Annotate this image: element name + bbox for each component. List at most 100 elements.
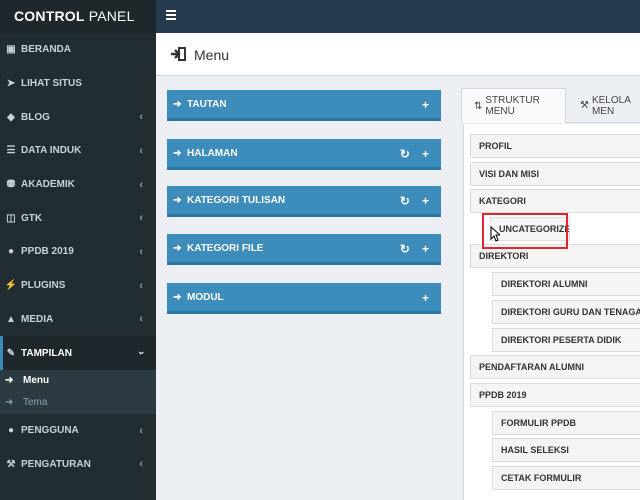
box-modul[interactable]: ➜ MODUL +	[167, 283, 441, 314]
sidebar-item-blog[interactable]: ◆ BLOG ‹	[0, 100, 156, 134]
sidebar-item-label: TAMPILAN	[21, 347, 72, 359]
tree-node-direktori-alumni[interactable]: DIREKTORI ALUMNI	[492, 272, 640, 296]
sidebar-submenu: ➜ Menu ➜ Tema	[0, 369, 156, 414]
list-icon: ☰	[6, 145, 16, 157]
tree-node-label: CETAK FORMULIR	[501, 473, 582, 483]
box-title: MODUL	[187, 291, 224, 303]
app-root: CONTROL PANEL ▣ BERANDA ➤ LIHAT SITUS ◆ …	[0, 0, 640, 500]
sidebar-item-ppdb[interactable]: ● PPDB 2019 ‹	[0, 235, 156, 269]
refresh-icon[interactable]: ↻	[400, 147, 410, 161]
tree-node-label: DIREKTORI ALUMNI	[501, 279, 588, 289]
sidebar-item-label: PENGGUNA	[21, 425, 79, 437]
tree-node-kategori[interactable]: KATEGORI	[470, 189, 640, 213]
tab-label: STRUKTUR MENU	[485, 95, 540, 117]
sidebar-item-label: PLUGINS	[21, 280, 66, 292]
box-halaman[interactable]: ➜ HALAMAN ↻ +	[167, 139, 441, 170]
expand-plus-icon[interactable]: +	[422, 194, 429, 208]
sidebar-item-pengaturan[interactable]: ⚒ PENGATURAN ‹	[0, 448, 156, 482]
submenu-item-tema[interactable]: ➜ Tema	[0, 392, 156, 414]
tree-node-hasil-seleksi[interactable]: HASIL SELEKSI	[492, 438, 640, 462]
mouse-cursor-icon	[490, 226, 500, 242]
tree-node-label: DIREKTORI GURU DAN TENAGA KEPENDIDIKAN	[501, 307, 640, 317]
sidebar-item-tampilan[interactable]: ✎ TAMPILAN ›	[0, 336, 156, 370]
sidebar-item-plugins[interactable]: ⚡ PLUGINS ‹	[0, 269, 156, 303]
top-navbar	[156, 0, 640, 33]
tree-node-direktori-peserta-didik[interactable]: DIREKTORI PESERTA DIDIK	[492, 328, 640, 352]
sidebar-item-label: LIHAT SITUS	[21, 78, 82, 90]
sidebar-item-label: DATA INDUK	[21, 145, 82, 157]
sidebar-item-gtk[interactable]: ◫ GTK ‹	[0, 201, 156, 235]
content-header: Menu	[156, 33, 640, 76]
sign-in-icon: ➜	[173, 242, 182, 254]
chevron-left-icon: ‹	[139, 111, 143, 124]
tree-node-label: FORMULIR PPDB	[501, 418, 576, 428]
tab-bar: ⇅ STRUKTUR MENU ⚒ KELOLA MEN	[461, 88, 640, 123]
tree-node-formulir-ppdb[interactable]: FORMULIR PPDB	[492, 411, 640, 435]
chevron-left-icon: ‹	[139, 458, 143, 471]
tree-node-label: KATEGORI	[479, 196, 526, 206]
box-title: TAUTAN	[187, 98, 227, 110]
plug-icon: ⚡	[4, 280, 18, 292]
sidebar-item-akademik[interactable]: ⛃ AKADEMIK ‹	[0, 168, 156, 202]
group-icon: ●	[7, 246, 15, 258]
logo-light: PANEL	[84, 8, 135, 24]
tab-label: KELOLA MEN	[591, 94, 631, 117]
sign-in-icon: ➜	[173, 98, 182, 110]
sidebar-item-label: PENGATURAN	[21, 458, 91, 470]
expand-plus-icon[interactable]: +	[422, 242, 429, 256]
tree-node-label: PROFIL	[479, 141, 512, 151]
menu-tree: PROFIL VISI DAN MISI KATEGORI UNCATEGORI…	[463, 124, 640, 500]
tree-node-label: DIREKTORI	[479, 251, 529, 261]
tree-node-label: PENDAFTARAN ALUMNI	[479, 362, 584, 372]
box-title: KATEGORI TULISAN	[187, 194, 286, 206]
brush-icon: ✎	[6, 347, 16, 359]
expand-plus-icon[interactable]: +	[422, 147, 429, 161]
chevron-left-icon: ‹	[139, 279, 143, 292]
tree-node-cetak-formulir[interactable]: CETAK FORMULIR	[492, 466, 640, 490]
submenu-item-label: Menu	[23, 375, 50, 387]
tree-node-pendaftaran-alumni[interactable]: PENDAFTARAN ALUMNI	[470, 355, 640, 379]
dashboard-icon: ▣	[6, 44, 16, 56]
tree-node-profil[interactable]: PROFIL	[470, 134, 640, 158]
box-tools: +	[422, 291, 429, 305]
sign-in-icon: ➜	[173, 291, 182, 303]
sidebar-item-media[interactable]: ▲ MEDIA ‹	[0, 303, 156, 337]
hamburger-menu-icon[interactable]	[166, 10, 176, 20]
box-tools: ↻ +	[400, 147, 429, 161]
sidebar-item-pengguna[interactable]: ● PENGGUNA ‹	[0, 414, 156, 448]
box-tools: ↻ +	[400, 242, 429, 256]
sidebar: CONTROL PANEL ▣ BERANDA ➤ LIHAT SITUS ◆ …	[0, 0, 156, 500]
tree-node-label: DIREKTORI PESERTA DIDIK	[501, 335, 622, 345]
sidebar-item-label: BLOG	[21, 111, 50, 123]
box-title: HALAMAN	[187, 147, 238, 159]
box-tools: ↻ +	[400, 194, 429, 208]
page-title: Menu	[194, 47, 230, 63]
sidebar-nav: ▣ BERANDA ➤ LIHAT SITUS ◆ BLOG ‹ ☰ DATA …	[0, 33, 156, 481]
sidebar-item-data-induk[interactable]: ☰ DATA INDUK ‹	[0, 134, 156, 168]
box-kategori-tulisan[interactable]: ➜ KATEGORI TULISAN ↻ +	[167, 186, 441, 217]
tab-struktur-menu[interactable]: ⇅ STRUKTUR MENU	[461, 88, 566, 123]
sidebar-item-beranda[interactable]: ▣ BERANDA	[0, 33, 156, 67]
sidebar-item-lihat-situs[interactable]: ➤ LIHAT SITUS	[0, 67, 156, 101]
submenu-item-menu[interactable]: ➜ Menu	[0, 370, 156, 392]
expand-plus-icon[interactable]: +	[422, 98, 429, 112]
rocket-icon: ➤	[6, 78, 16, 90]
submenu-item-label: Tema	[23, 397, 48, 409]
app-logo[interactable]: CONTROL PANEL	[0, 0, 156, 33]
sign-in-icon: ➜	[173, 147, 182, 159]
wrench-icon: ⚒	[580, 100, 589, 111]
tree-node-ppdb-2019[interactable]: PPDB 2019	[470, 383, 640, 407]
refresh-icon[interactable]: ↻	[400, 242, 410, 256]
tree-node-label: HASIL SELEKSI	[501, 445, 569, 455]
refresh-icon[interactable]: ↻	[400, 194, 410, 208]
box-kategori-file[interactable]: ➜ KATEGORI FILE ↻ +	[167, 234, 441, 265]
tree-node-direktori-guru[interactable]: DIREKTORI GURU DAN TENAGA KEPENDIDIKAN	[492, 300, 640, 324]
tree-node-label: VISI DAN MISI	[479, 169, 540, 179]
tab-kelola-menu[interactable]: ⚒ KELOLA MEN	[572, 88, 640, 123]
box-tautan[interactable]: ➜ TAUTAN +	[167, 90, 441, 121]
expand-plus-icon[interactable]: +	[422, 291, 429, 305]
tree-node-label: PPDB 2019	[479, 390, 527, 400]
tree-node-visi-misi[interactable]: VISI DAN MISI	[470, 162, 640, 186]
sort-icon: ⇅	[474, 100, 483, 112]
chevron-left-icon: ‹	[139, 212, 143, 225]
